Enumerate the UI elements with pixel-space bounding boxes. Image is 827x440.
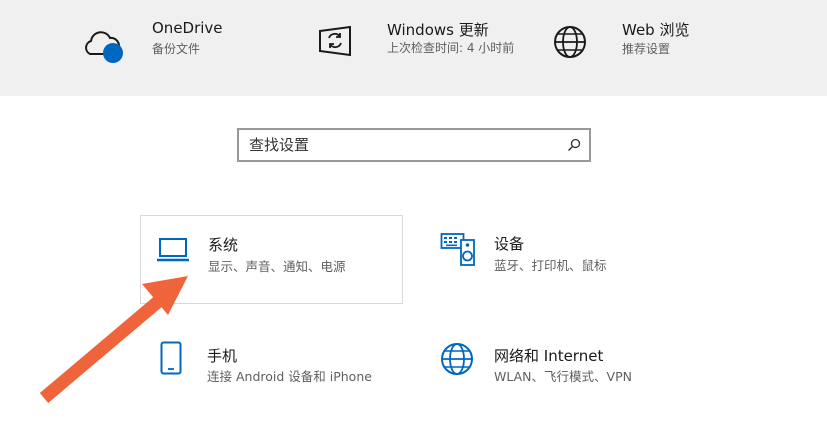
search-input[interactable] [249,134,549,156]
top-quick-links-bar: OneDrive 备份文件 Windows 更新 上次检查时间: 4 小时前 W… [0,0,827,96]
tile-devices-subtitle: 蓝牙、打印机、鼠标 [494,258,607,273]
keyboard-speaker-icon [440,233,475,266]
windows-update-link[interactable]: Windows 更新 上次检查时间: 4 小时前 [318,0,518,96]
windows-update-title: Windows 更新 [387,21,489,39]
windows-update-icon [319,25,351,57]
network-globe-icon [441,343,473,375]
web-browse-link[interactable]: Web 浏览 推荐设置 [552,0,752,96]
search-icon[interactable] [567,138,581,152]
globe-icon [554,26,586,58]
tile-network-subtitle: WLAN、飞行模式、VPN [494,369,632,384]
tile-phone-title: 手机 [207,347,238,365]
tile-devices[interactable]: 设备 蓝牙、打印机、鼠标 [430,215,690,304]
onedrive-subtitle: 备份文件 [152,42,201,56]
web-browse-title: Web 浏览 [622,21,690,39]
web-browse-subtitle: 推荐设置 [622,42,671,56]
onedrive-link[interactable]: OneDrive 备份文件 [80,0,270,96]
laptop-icon [157,238,189,262]
windows-update-subtitle: 上次检查时间: 4 小时前 [387,41,515,55]
search-box[interactable] [237,128,591,162]
onedrive-title: OneDrive [152,19,223,37]
tile-devices-title: 设备 [494,235,525,253]
tile-system-subtitle: 显示、声音、通知、电源 [208,259,346,274]
tile-system-title: 系统 [208,236,239,254]
tile-system[interactable]: 系统 显示、声音、通知、电源 [140,215,403,304]
tile-phone[interactable]: 手机 连接 Android 设备和 iPhone [140,330,403,400]
tile-phone-subtitle: 连接 Android 设备和 iPhone [207,369,372,384]
tile-network[interactable]: 网络和 Internet WLAN、飞行模式、VPN [430,330,690,400]
tile-network-title: 网络和 Internet [494,347,604,365]
phone-icon [160,341,182,375]
onedrive-cloud-icon [85,31,123,63]
